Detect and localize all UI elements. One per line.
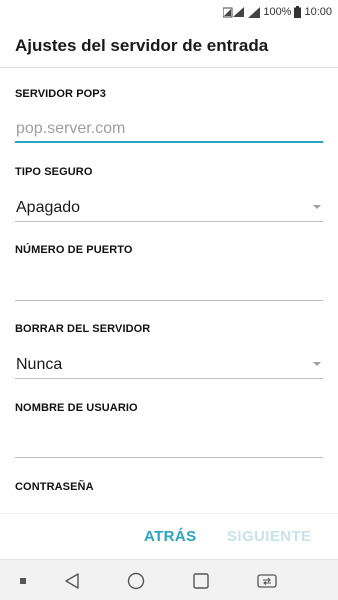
dropdown-arrow-icon [313,362,321,366]
input-underline [15,300,323,301]
status-icons: 100% 10:00 [223,4,332,20]
back-button[interactable]: ATRÁS [144,528,197,545]
navigation-bar [0,559,338,600]
recents-square-icon[interactable] [191,571,211,591]
input-underline [15,457,323,458]
battery-percent: 100% [263,6,292,18]
app-bar: Ajustes del servidor de entrada [0,24,338,68]
security-type-value: Apagado [16,199,81,216]
input-underline [15,221,323,222]
input-underline [15,378,323,379]
port-number-input[interactable] [15,271,323,301]
username-label: NOMBRE DE USUARIO [15,402,138,414]
next-button[interactable]: SIGUIENTE [227,528,311,545]
incoming-server-form: SERVIDOR POP3 pop.server.com TIPO SEGURO… [0,68,338,513]
pop3-server-input[interactable]: pop.server.com [15,113,323,143]
username-input[interactable] [15,428,323,458]
dropdown-arrow-icon [313,205,321,209]
port-number-label: NÚMERO DE PUERTO [15,244,133,256]
back-triangle-icon[interactable] [62,571,82,591]
status-bar: 100% 10:00 [0,0,338,24]
sim-signal-icon [223,6,245,18]
password-label: CONTRASEÑA [15,481,94,493]
input-underline [15,141,323,143]
clock: 10:00 [304,6,332,18]
pop3-server-placeholder: pop.server.com [16,120,126,137]
dot-icon[interactable] [18,571,28,591]
delete-from-server-dropdown[interactable]: Nunca [15,349,323,379]
security-type-label: TIPO SEGURO [15,166,93,178]
pop3-server-label: SERVIDOR POP3 [15,88,106,100]
button-bar: ATRÁS SIGUIENTE [0,513,338,559]
page-title: Ajustes del servidor de entrada [15,36,269,55]
home-circle-icon[interactable] [125,571,147,591]
battery-icon [294,6,302,18]
delete-from-server-value: Nunca [16,356,63,373]
switch-sim-icon[interactable] [256,571,278,591]
delete-from-server-label: BORRAR DEL SERVIDOR [15,323,151,335]
security-type-dropdown[interactable]: Apagado [15,192,323,222]
signal-icon [248,6,261,18]
